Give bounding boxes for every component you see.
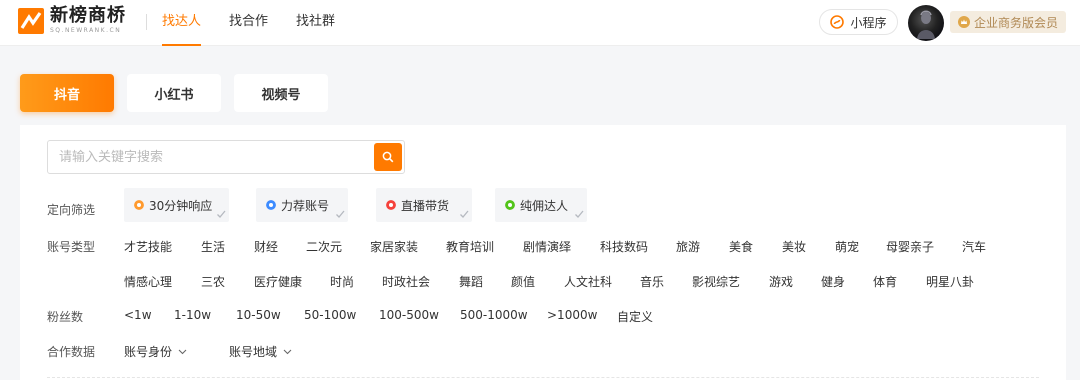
account-type-option[interactable]: 颜值 <box>511 273 535 290</box>
nav-find-cooperation[interactable]: 找合作 <box>229 0 268 46</box>
search-button[interactable] <box>374 143 402 171</box>
tab-shipinhao[interactable]: 视频号 <box>234 74 328 112</box>
account-type-option[interactable]: 医疗健康 <box>254 273 302 290</box>
fans-range-option[interactable]: <1w <box>124 308 152 322</box>
account-type-option[interactable]: 旅游 <box>676 238 700 255</box>
account-type-option[interactable]: 时政社会 <box>382 273 430 290</box>
targeted-chip[interactable]: 力荐账号 <box>256 188 348 222</box>
fans-range-option[interactable]: 10-50w <box>236 308 281 322</box>
section-divider <box>47 377 1039 378</box>
account-type-option[interactable]: 情感心理 <box>124 273 172 290</box>
main-nav: 找达人 找合作 找社群 <box>162 0 363 46</box>
fans-range-option[interactable]: 50-100w <box>304 308 356 322</box>
coop-dropdown-label: 账号地域 <box>229 345 278 359</box>
account-type-option[interactable]: 美妆 <box>782 238 806 255</box>
fans-range-option[interactable]: >1000w <box>547 308 597 322</box>
account-type-option[interactable]: 音乐 <box>640 273 664 290</box>
vip-label: 企业商务版会员 <box>973 15 1058 30</box>
fans-range-option[interactable]: 1-10w <box>174 308 211 322</box>
account-type-option[interactable]: 游戏 <box>769 273 793 290</box>
logo-subtext: SQ.NEWRANK.CN <box>50 27 122 34</box>
account-type-option[interactable]: 美食 <box>729 238 753 255</box>
nav-find-community[interactable]: 找社群 <box>296 0 335 46</box>
coop-dropdown[interactable]: 账号地域 <box>229 343 292 360</box>
search-input[interactable] <box>48 141 374 173</box>
account-type-option[interactable]: 剧情演绎 <box>523 238 571 255</box>
account-type-option[interactable]: 母婴亲子 <box>886 238 934 255</box>
account-type-option[interactable]: 教育培训 <box>446 238 494 255</box>
top-header: 新榜商桥 SQ.NEWRANK.CN 找达人 找合作 找社群 小程序 企业商务版… <box>0 0 1080 46</box>
account-type-option[interactable]: 才艺技能 <box>124 238 172 255</box>
account-type-option[interactable]: 三农 <box>201 273 225 290</box>
account-type-option[interactable]: 舞蹈 <box>459 273 483 290</box>
check-corner-icon <box>217 210 226 218</box>
check-corner-icon <box>575 210 584 218</box>
targeted-chip[interactable]: 30分钟响应 <box>124 188 229 222</box>
thumb-up-icon <box>266 200 276 210</box>
fans-range-option[interactable]: 500-1000w <box>460 308 528 322</box>
chevron-down-icon <box>178 349 187 355</box>
account-type-option[interactable]: 萌宠 <box>835 238 859 255</box>
account-type-option[interactable]: 时尚 <box>330 273 354 290</box>
check-corner-icon <box>460 210 469 218</box>
account-type-option[interactable]: 人文社科 <box>564 273 612 290</box>
crown-icon <box>957 16 970 28</box>
clock-icon <box>134 200 144 210</box>
coop-dropdown[interactable]: 账号身份 <box>124 343 187 360</box>
account-type-option[interactable]: 汽车 <box>962 238 986 255</box>
filter-panel: 定向筛选 30分钟响应 力荐账号 直播带货 纯佣达人 账号类型 才艺技能 生活 财经 二次元… <box>20 125 1066 380</box>
coop-dropdown-label: 账号身份 <box>124 345 173 359</box>
tab-douyin[interactable]: 抖音 <box>20 74 114 112</box>
vip-badge[interactable]: 企业商务版会员 <box>950 11 1066 33</box>
fans-label: 粉丝数 <box>47 310 84 324</box>
account-type-option[interactable]: 体育 <box>873 273 897 290</box>
newrank-logo[interactable]: 新榜商桥 SQ.NEWRANK.CN <box>18 7 126 34</box>
account-type-option[interactable]: 二次元 <box>306 238 342 255</box>
chip-label: 直播带货 <box>401 198 450 213</box>
targeted-chip[interactable]: 纯佣达人 <box>495 188 587 222</box>
chip-label: 30分钟响应 <box>149 198 213 213</box>
account-type-option[interactable]: 家居家装 <box>370 238 418 255</box>
fans-range-option[interactable]: 自定义 <box>617 308 653 325</box>
targeted-filter-label: 定向筛选 <box>47 203 96 217</box>
account-type-option[interactable]: 健身 <box>821 273 845 290</box>
nav-find-influencer[interactable]: 找达人 <box>162 0 202 46</box>
user-avatar[interactable] <box>908 5 944 41</box>
coop-data-label: 合作数据 <box>47 345 96 359</box>
fans-range-option[interactable]: 100-500w <box>379 308 439 322</box>
account-type-option[interactable]: 科技数码 <box>600 238 648 255</box>
mini-program-label: 小程序 <box>850 15 887 30</box>
account-type-option[interactable]: 财经 <box>254 238 278 255</box>
tab-xiaohongshu[interactable]: 小红书 <box>127 74 221 112</box>
targeted-chip[interactable]: 直播带货 <box>376 188 472 222</box>
account-type-option[interactable]: 影视综艺 <box>692 273 740 290</box>
leaf-icon <box>505 200 515 210</box>
account-type-label: 账号类型 <box>47 240 96 254</box>
header-divider <box>146 14 147 30</box>
check-corner-icon <box>336 210 345 218</box>
logo-mark-icon <box>18 7 44 34</box>
search-box <box>47 140 405 174</box>
account-type-option[interactable]: 明星八卦 <box>926 273 974 290</box>
live-icon <box>386 200 396 210</box>
chip-label: 纯佣达人 <box>520 198 569 213</box>
account-type-option[interactable]: 生活 <box>201 238 225 255</box>
avatar-figure-icon <box>917 10 935 39</box>
chip-label: 力荐账号 <box>281 198 330 213</box>
mini-program-icon <box>830 15 845 29</box>
search-icon <box>382 151 394 163</box>
chevron-down-icon <box>283 349 292 355</box>
mini-program-button[interactable]: 小程序 <box>819 9 898 35</box>
logo-text: 新榜商桥 <box>50 5 126 26</box>
